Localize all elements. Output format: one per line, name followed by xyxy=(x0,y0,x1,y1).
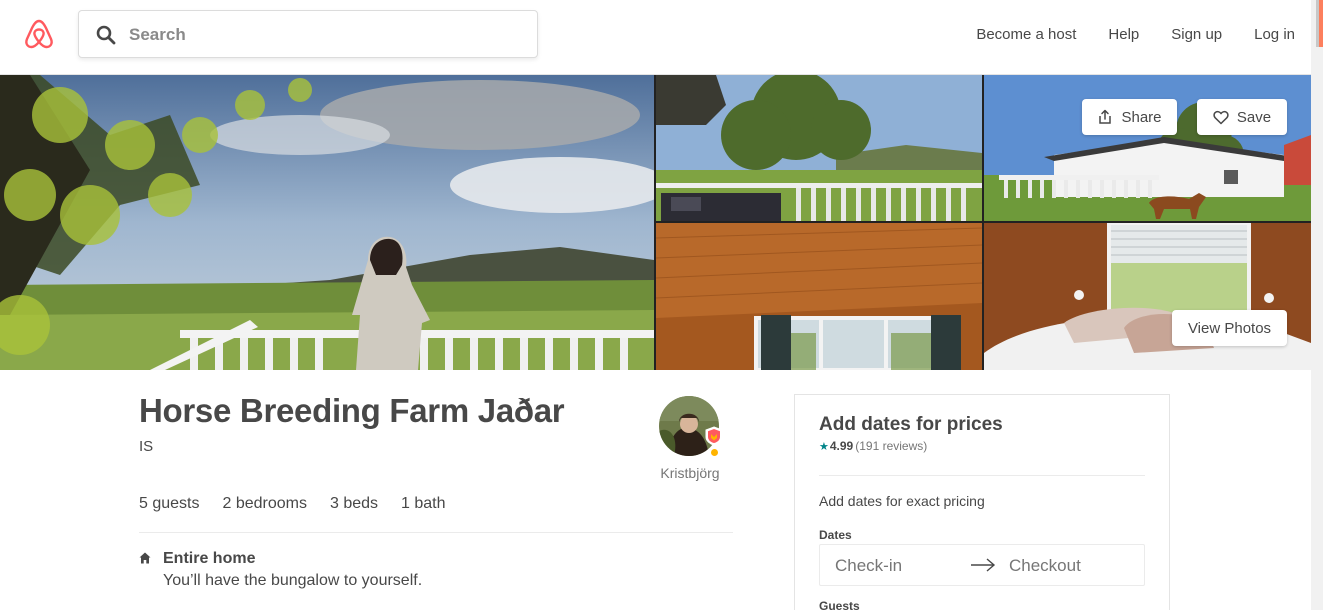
spec-beds: 3 beds xyxy=(329,495,379,512)
date-range-picker[interactable]: Check-in Checkout xyxy=(819,544,1145,586)
review-count[interactable]: (191 reviews) xyxy=(855,439,927,453)
become-host-link[interactable]: Become a host xyxy=(976,26,1076,43)
listing-location: IS xyxy=(139,438,154,455)
view-photos-button[interactable]: View Photos xyxy=(1172,310,1287,346)
top-nav: Become a host Help Sign up Log in xyxy=(944,0,1295,68)
search-icon xyxy=(96,25,116,45)
accent-strip xyxy=(1319,0,1323,47)
arrow-right-icon xyxy=(971,558,996,572)
view-photos-label: View Photos xyxy=(1187,319,1272,337)
spec-bedrooms: 2 bedrooms xyxy=(222,495,307,512)
sign-up-link[interactable]: Sign up xyxy=(1171,26,1222,43)
photo-living-room[interactable] xyxy=(656,223,982,370)
log-in-link[interactable]: Log in xyxy=(1254,26,1295,43)
share-icon xyxy=(1099,109,1112,124)
listing-specs: 5 guests 2 bedrooms 3 beds 1 bath xyxy=(139,495,469,513)
check-in-input[interactable]: Check-in xyxy=(835,556,902,576)
listing-title: Horse Breeding Farm Jaðar xyxy=(139,392,565,429)
share-button[interactable]: Share xyxy=(1082,99,1177,135)
photo-bedroom[interactable] xyxy=(984,223,1311,370)
section-divider xyxy=(139,532,733,533)
heart-icon xyxy=(1213,110,1229,124)
main-photo[interactable] xyxy=(0,75,654,370)
rating[interactable]: ★ 4.99 (191 reviews) xyxy=(819,439,927,453)
top-header: Become a host Help Sign up Log in xyxy=(0,0,1311,75)
scrollbar-track[interactable] xyxy=(1311,0,1323,610)
rating-score: 4.99 xyxy=(829,439,854,453)
search-box[interactable] xyxy=(78,10,538,58)
share-label: Share xyxy=(1121,108,1162,126)
host-status-dot xyxy=(709,447,720,458)
checkout-input[interactable]: Checkout xyxy=(1009,556,1081,576)
superhost-badge-icon xyxy=(705,426,723,446)
exact-pricing-note: Add dates for exact pricing xyxy=(819,493,985,509)
host-name[interactable]: Kristbjörg xyxy=(650,465,730,481)
save-label: Save xyxy=(1236,108,1272,126)
airbnb-logo-icon[interactable] xyxy=(24,18,54,50)
save-button[interactable]: Save xyxy=(1197,99,1287,135)
home-type-description: You’ll have the bungalow to yourself. xyxy=(163,572,423,589)
photo-porch[interactable] xyxy=(656,75,982,221)
dates-label: Dates xyxy=(819,528,852,542)
home-type-title: Entire home xyxy=(163,550,256,567)
home-icon xyxy=(139,552,151,564)
search-input[interactable] xyxy=(129,21,519,49)
guests-label: Guests xyxy=(819,599,860,610)
photo-bungalow[interactable] xyxy=(984,75,1311,221)
help-link[interactable]: Help xyxy=(1108,26,1139,43)
spec-bath: 1 bath xyxy=(401,495,446,512)
spec-guests: 5 guests xyxy=(139,495,200,512)
booking-card: Add dates for prices ★ 4.99 (191 reviews… xyxy=(794,394,1170,610)
card-divider xyxy=(819,475,1145,476)
star-icon: ★ xyxy=(819,440,829,453)
booking-title: Add dates for prices xyxy=(819,414,1003,435)
